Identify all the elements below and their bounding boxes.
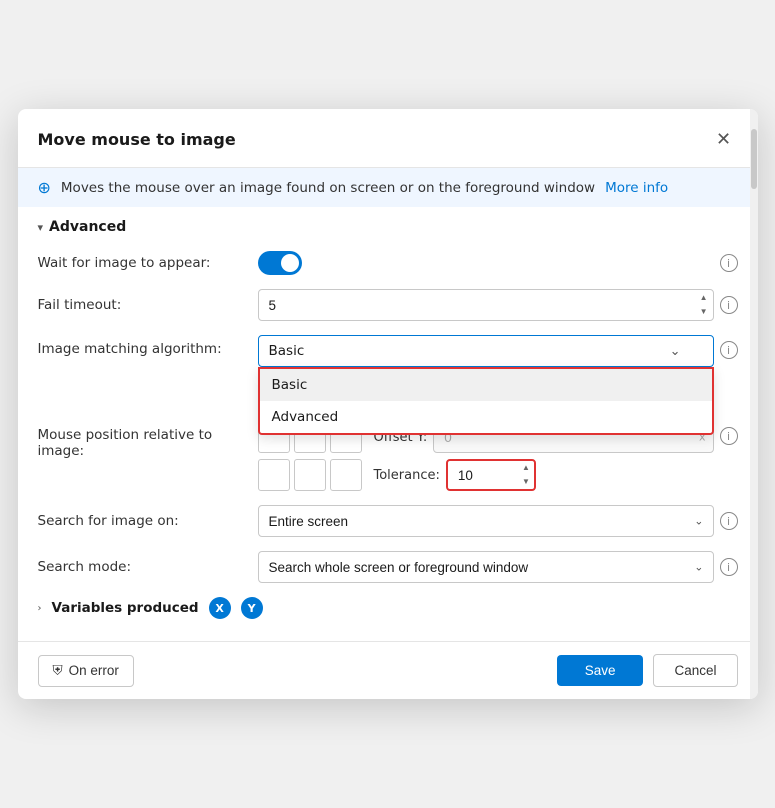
wait-for-image-toggle[interactable] xyxy=(258,251,302,275)
image-algo-control: Basic ⌄ Basic Advanced xyxy=(258,335,714,367)
fail-timeout-input[interactable] xyxy=(258,289,714,321)
on-error-button[interactable]: ⛨ On error xyxy=(38,655,134,687)
wait-for-image-label: Wait for image to appear: xyxy=(38,255,258,271)
image-algo-label: Image matching algorithm: xyxy=(38,335,258,357)
search-mode-control: Search whole screen or foreground window… xyxy=(258,551,714,583)
chevron-down-icon: ▾ xyxy=(38,221,44,234)
mouse-target-icon: ⊕ xyxy=(38,178,51,197)
search-mode-select-wrap: Search whole screen or foreground window… xyxy=(258,551,714,583)
more-info-link[interactable]: More info xyxy=(605,180,668,196)
fail-timeout-spinner: ▲ ▼ xyxy=(696,291,712,319)
advanced-section-title: Advanced xyxy=(49,219,126,235)
variable-x-badge: X xyxy=(209,597,231,619)
info-text: Moves the mouse over an image found on s… xyxy=(61,180,595,196)
tolerance-decrement[interactable]: ▼ xyxy=(518,475,534,489)
scrollbar-thumb[interactable] xyxy=(751,129,757,189)
on-error-label: On error xyxy=(69,663,119,678)
tolerance-row: Tolerance: ▲ ▼ xyxy=(374,459,714,491)
image-algo-info-icon[interactable]: i xyxy=(720,341,738,359)
shield-icon: ⛨ xyxy=(53,663,63,679)
fail-timeout-info-icon[interactable]: i xyxy=(720,296,738,314)
image-algo-option-basic[interactable]: Basic xyxy=(260,369,712,401)
search-for-select[interactable]: Entire screen Foreground window xyxy=(258,505,714,537)
tolerance-increment[interactable]: ▲ xyxy=(518,461,534,475)
image-algo-row: Image matching algorithm: Basic ⌄ Basic … xyxy=(38,335,738,367)
image-algo-option-advanced[interactable]: Advanced xyxy=(260,401,712,433)
search-for-info-icon[interactable]: i xyxy=(720,512,738,530)
search-mode-label: Search mode: xyxy=(38,559,258,575)
fail-timeout-label: Fail timeout: xyxy=(38,297,258,313)
close-button[interactable]: ✕ xyxy=(710,125,738,153)
pos-bottom-center[interactable] xyxy=(294,459,326,491)
search-mode-select[interactable]: Search whole screen or foreground window… xyxy=(258,551,714,583)
fail-timeout-control: ▲ ▼ xyxy=(258,289,714,321)
scrollbar-track xyxy=(750,109,758,699)
toggle-knob xyxy=(281,254,299,272)
wait-for-image-info-icon[interactable]: i xyxy=(720,254,738,272)
tolerance-spinner: ▲ ▼ xyxy=(518,461,534,489)
pos-bottom-left[interactable] xyxy=(258,459,290,491)
dialog-header: Move mouse to image ✕ xyxy=(18,109,758,168)
position-grid-bottom xyxy=(258,459,362,491)
tolerance-label: Tolerance: xyxy=(374,468,440,483)
dialog-body: ▾ Advanced Wait for image to appear: i F… xyxy=(18,207,758,641)
info-banner: ⊕ Moves the mouse over an image found on… xyxy=(18,168,758,207)
advanced-section-toggle[interactable]: ▾ Advanced xyxy=(38,219,738,235)
mouse-pos-info-icon[interactable]: i xyxy=(720,427,738,445)
fail-timeout-input-wrap: ▲ ▼ xyxy=(258,289,714,321)
mouse-pos-bottom-row: Tolerance: ▲ ▼ xyxy=(258,459,714,491)
variables-label: Variables produced xyxy=(52,600,199,616)
fail-timeout-row: Fail timeout: ▲ ▼ i xyxy=(38,289,738,321)
fail-timeout-decrement[interactable]: ▼ xyxy=(696,305,712,319)
variables-chevron-icon: › xyxy=(38,603,42,614)
cancel-button[interactable]: Cancel xyxy=(653,654,737,687)
search-mode-row: Search mode: Search whole screen or fore… xyxy=(38,551,738,583)
fail-timeout-increment[interactable]: ▲ xyxy=(696,291,712,305)
tolerance-input-wrap: ▲ ▼ xyxy=(446,459,536,491)
wait-for-image-control xyxy=(258,251,714,275)
search-for-select-wrap: Entire screen Foreground window ⌄ xyxy=(258,505,714,537)
dialog-title: Move mouse to image xyxy=(38,130,236,149)
image-algo-dropdown-trigger[interactable]: Basic ⌄ xyxy=(258,335,714,367)
search-mode-info-icon[interactable]: i xyxy=(720,558,738,576)
mouse-pos-label: Mouse position relative to image: xyxy=(38,421,258,459)
wait-for-image-row: Wait for image to appear: i xyxy=(38,251,738,275)
image-algo-dropdown-list: Basic Advanced xyxy=(258,367,714,435)
variables-produced-row[interactable]: › Variables produced X Y xyxy=(38,597,738,619)
search-for-row: Search for image on: Entire screen Foreg… xyxy=(38,505,738,537)
search-for-label: Search for image on: xyxy=(38,513,258,529)
dialog-footer: ⛨ On error Save Cancel xyxy=(18,641,758,699)
image-algo-selected-value: Basic xyxy=(269,343,305,359)
save-button[interactable]: Save xyxy=(557,655,644,686)
chevron-down-icon: ⌄ xyxy=(670,344,681,359)
dialog: Move mouse to image ✕ ⊕ Moves the mouse … xyxy=(18,109,758,699)
image-algo-dropdown-container: Basic ⌄ Basic Advanced xyxy=(258,335,714,367)
variable-y-badge: Y xyxy=(241,597,263,619)
search-for-control: Entire screen Foreground window ⌄ xyxy=(258,505,714,537)
pos-bottom-right[interactable] xyxy=(330,459,362,491)
